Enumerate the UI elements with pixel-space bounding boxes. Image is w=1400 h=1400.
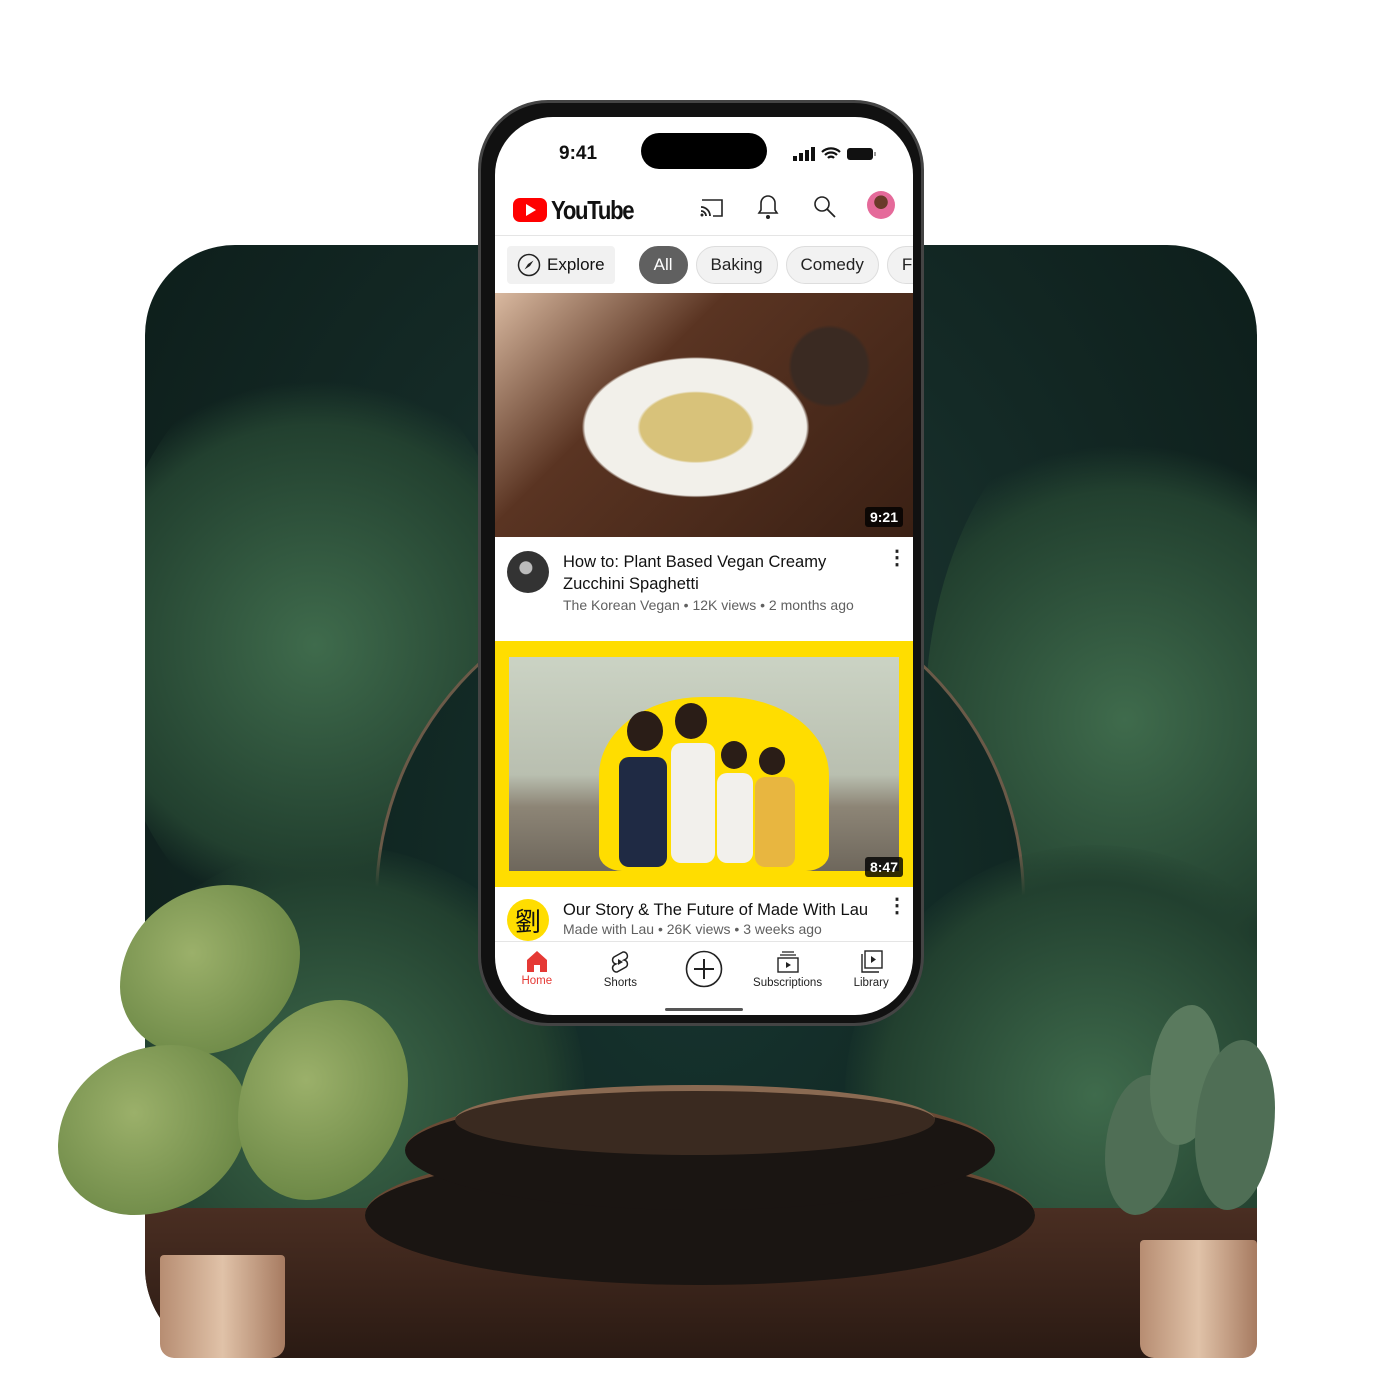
logo-text: YouTube bbox=[551, 194, 635, 225]
home-icon bbox=[526, 951, 547, 972]
category-chips: Explore All Baking Comedy Fa bbox=[495, 235, 913, 293]
channel-avatar[interactable]: 劉 bbox=[507, 899, 549, 941]
chip-all[interactable]: All bbox=[638, 245, 688, 284]
video-title[interactable]: Our Story & The Future of Made With Lau bbox=[563, 899, 887, 921]
more-options-icon[interactable]: ⋮ bbox=[887, 548, 907, 613]
nav-subscriptions[interactable]: Subscriptions bbox=[748, 950, 828, 989]
chip-partial[interactable]: Fa bbox=[886, 245, 913, 284]
library-icon bbox=[861, 950, 883, 973]
app-header: YouTube bbox=[495, 185, 913, 235]
video-subtitle: Made with Lau • 26K views • 3 weeks ago bbox=[563, 921, 822, 937]
more-options-icon[interactable]: ⋮ bbox=[887, 896, 907, 941]
nav-home[interactable]: Home bbox=[497, 950, 577, 987]
channel-avatar[interactable] bbox=[507, 551, 549, 593]
nav-shorts[interactable]: Shorts bbox=[580, 950, 660, 989]
video-subtitle: The Korean Vegan • 12K views • 2 months … bbox=[563, 597, 854, 613]
video-meta: How to: Plant Based Vegan Creamy Zucchin… bbox=[495, 548, 913, 613]
compass-icon bbox=[517, 253, 541, 276]
account-avatar[interactable] bbox=[867, 191, 895, 219]
signal-icon bbox=[793, 147, 815, 161]
search-icon[interactable] bbox=[813, 195, 837, 219]
nav-label: Library bbox=[853, 977, 889, 989]
bottom-nav: Home Shorts Subscriptions Library bbox=[495, 941, 913, 997]
home-indicator[interactable] bbox=[665, 1008, 743, 1011]
subscriptions-icon bbox=[776, 951, 799, 973]
nav-create[interactable] bbox=[664, 950, 744, 988]
create-plus-icon bbox=[685, 950, 723, 988]
video-thumbnail[interactable]: 8:47 bbox=[495, 641, 913, 887]
duration-badge: 8:47 bbox=[864, 857, 903, 877]
cast-icon[interactable] bbox=[699, 197, 725, 219]
shorts-icon bbox=[612, 951, 629, 973]
explore-label: Explore bbox=[547, 254, 605, 274]
video-thumbnail[interactable]: 9:21 bbox=[495, 293, 913, 537]
youtube-app-screen: 9:41 YouTube Explore All Baking Comedy F… bbox=[495, 117, 913, 1015]
chip-baking[interactable]: Baking bbox=[695, 245, 778, 284]
nav-library[interactable]: Library bbox=[831, 950, 911, 989]
status-time: 9:41 bbox=[559, 143, 598, 164]
youtube-play-icon bbox=[513, 198, 547, 222]
nav-label: Subscriptions bbox=[753, 977, 823, 989]
youtube-logo[interactable]: YouTube bbox=[513, 195, 648, 226]
duration-badge: 9:21 bbox=[864, 507, 903, 527]
explore-button[interactable]: Explore bbox=[507, 245, 615, 284]
dynamic-island bbox=[641, 133, 767, 169]
podium-top bbox=[455, 1085, 935, 1155]
bell-icon[interactable] bbox=[757, 193, 779, 221]
family-cutout bbox=[599, 697, 829, 871]
wifi-icon bbox=[821, 147, 841, 159]
phone-frame: 9:41 YouTube Explore All Baking Comedy F… bbox=[478, 100, 924, 1026]
chip-comedy[interactable]: Comedy bbox=[785, 245, 879, 284]
nav-label: Home bbox=[521, 975, 553, 987]
video-meta: 劉 Our Story & The Future of Made With La… bbox=[495, 896, 913, 941]
video-title[interactable]: How to: Plant Based Vegan Creamy Zucchin… bbox=[563, 551, 887, 595]
battery-icon bbox=[847, 148, 876, 160]
thumbnail-photo bbox=[509, 657, 899, 871]
status-icons bbox=[793, 147, 877, 161]
nav-label: Shorts bbox=[603, 977, 638, 989]
